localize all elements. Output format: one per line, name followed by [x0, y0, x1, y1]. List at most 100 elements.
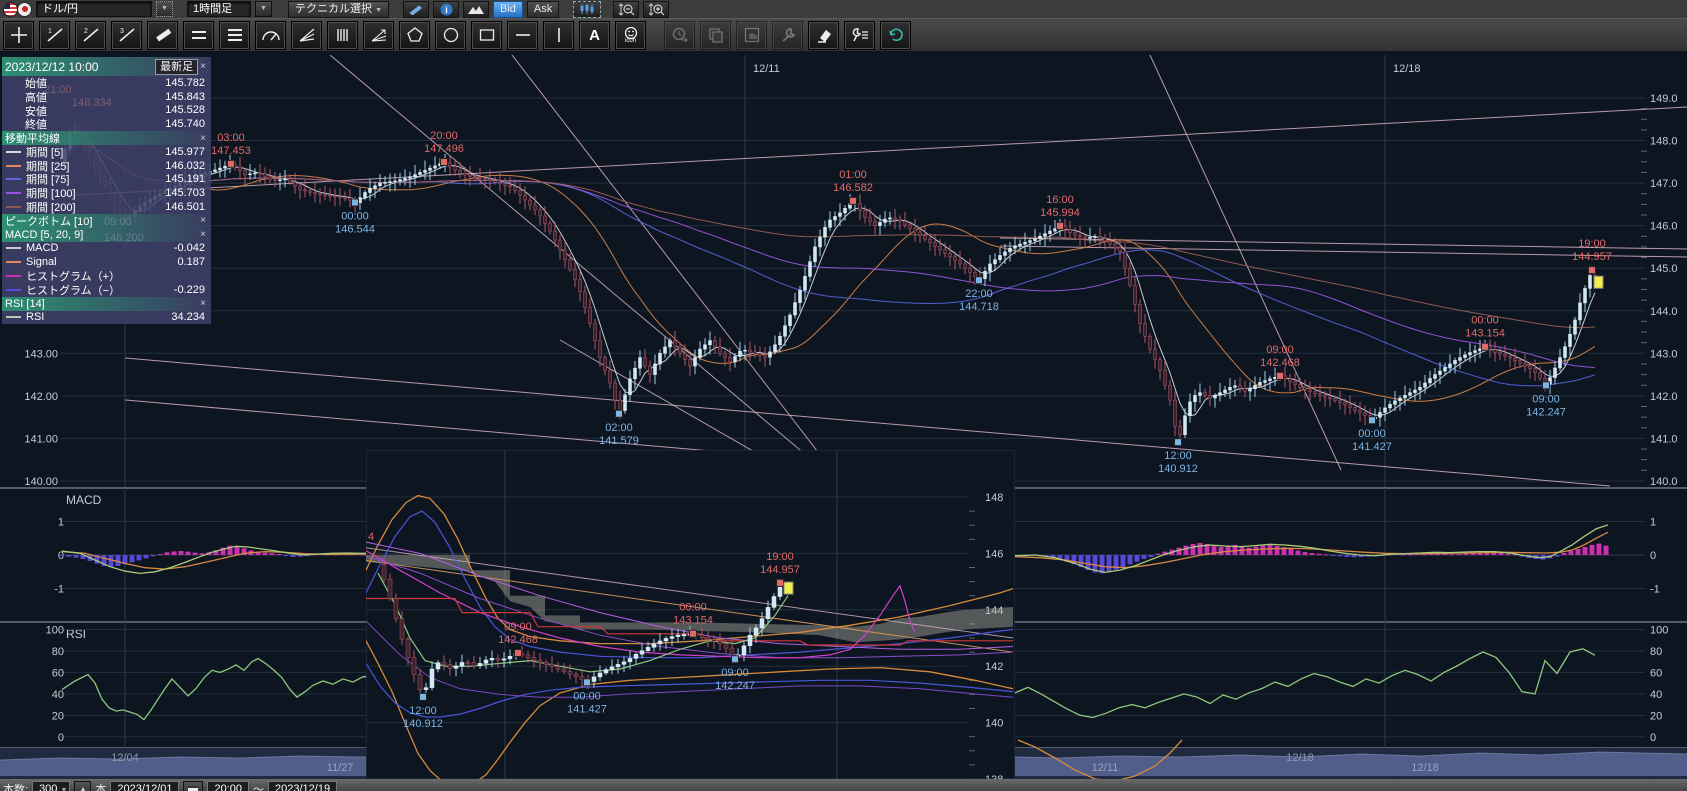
- close-peakbottom-icon[interactable]: ×: [198, 215, 208, 226]
- rsi-section-header: RSI [14]×: [2, 297, 211, 311]
- settings-list-tool-button[interactable]: [844, 21, 875, 50]
- svg-text:0: 0: [58, 732, 64, 744]
- svg-text:16:00145.994: 16:00145.994: [1040, 194, 1080, 219]
- selected-bar-datetime: 2023/12/12 10:00: [5, 60, 98, 74]
- macd-section-header: MACD [5, 20, 9]×: [2, 228, 211, 242]
- gauge-tool-button[interactable]: [255, 21, 286, 50]
- info-button[interactable]: i: [433, 1, 459, 18]
- trendline2-tool-button[interactable]: 2: [75, 21, 106, 50]
- mountain-chart-button[interactable]: [463, 1, 489, 18]
- stamp-icon-tool-button[interactable]: icon: [615, 21, 646, 50]
- ma100-value: 145.703: [165, 187, 208, 199]
- close-macd-icon[interactable]: ×: [198, 229, 208, 240]
- us-flag-icon: [3, 2, 18, 17]
- ellipse-tool-button[interactable]: [435, 21, 466, 50]
- svg-text:12:00140.912: 12:00140.912: [1158, 450, 1198, 475]
- svg-text:60: 60: [1650, 667, 1662, 679]
- svg-text:3: 3: [120, 28, 124, 35]
- rsi-value: 34.234: [171, 311, 208, 323]
- macd-label: MACD: [26, 242, 58, 254]
- ma25-value: 146.032: [165, 160, 208, 172]
- history-tool-button[interactable]: [664, 21, 695, 50]
- ma25-line-icon: [6, 165, 21, 167]
- horizontal-line-tool-button[interactable]: [507, 21, 538, 50]
- svg-text:i: i: [445, 5, 448, 15]
- svg-text:09:00142.247: 09:00142.247: [1526, 393, 1566, 418]
- undo-tool-button[interactable]: [880, 21, 911, 50]
- panel-header: 2023/12/12 10:00 最新足 ×: [2, 57, 211, 76]
- histogram-neg-label: ヒストグラム（−）: [26, 282, 120, 298]
- svg-text:140: 140: [985, 718, 1003, 730]
- svg-text:MACD: MACD: [66, 493, 102, 507]
- svg-text:40: 40: [52, 689, 64, 701]
- zoom-in-button[interactable]: [643, 1, 669, 18]
- histogram-neg-icon: [6, 289, 21, 291]
- svg-text:09:00142.468: 09:00142.468: [1260, 344, 1300, 369]
- zoom-out-button[interactable]: [613, 1, 639, 18]
- calendar-icon[interactable]: [183, 781, 203, 791]
- symbol-dropdown-button[interactable]: ▼: [156, 1, 173, 17]
- drag-tool-button[interactable]: [736, 21, 767, 50]
- low-value: 145.528: [165, 104, 208, 116]
- from-time-field[interactable]: 20:00: [207, 781, 249, 791]
- chart-area[interactable]: 149.0148.0147.0146.0145.0144.0143.0142.0…: [0, 50, 1687, 791]
- trendline1-tool-button[interactable]: 1: [39, 21, 70, 50]
- bid-button[interactable]: Bid: [493, 1, 523, 18]
- ruler-tool-button[interactable]: [147, 21, 178, 50]
- from-date-field[interactable]: 2023/12/01: [110, 781, 179, 791]
- close-rsi-icon[interactable]: ×: [198, 298, 208, 309]
- chart-type-button[interactable]: [573, 1, 601, 18]
- parallel-lines3-tool-button[interactable]: [219, 21, 250, 50]
- vertical-line-tool-button[interactable]: [543, 21, 574, 50]
- arrow-fan-tool-button[interactable]: [363, 21, 394, 50]
- vertical-lines-tool-button[interactable]: [327, 21, 358, 50]
- trendline3-tool-button[interactable]: 3: [111, 21, 142, 50]
- bar-count-field[interactable]: 300 ▼: [32, 781, 70, 791]
- pentagon-tool-button[interactable]: [399, 21, 430, 50]
- wrench-tool-button[interactable]: [772, 21, 803, 50]
- svg-text:-1: -1: [54, 584, 64, 596]
- svg-text:141.0: 141.0: [1650, 433, 1678, 445]
- svg-text:80: 80: [1650, 646, 1662, 658]
- copy-tool-button[interactable]: [700, 21, 731, 50]
- svg-text:146: 146: [985, 548, 1003, 560]
- timeframe-select[interactable]: 1時間足: [187, 1, 251, 17]
- svg-text:80: 80: [52, 646, 64, 658]
- parallel-lines2-tool-button[interactable]: [183, 21, 214, 50]
- svg-text:149.0: 149.0: [1650, 93, 1678, 105]
- ma5-line-icon: [6, 151, 21, 153]
- text-tool-button[interactable]: A: [579, 21, 610, 50]
- to-date-field[interactable]: 2023/12/19: [268, 781, 337, 791]
- svg-text:19:00144.957: 19:00144.957: [1572, 238, 1612, 263]
- svg-text:142: 142: [985, 661, 1003, 673]
- svg-text:1: 1: [58, 517, 64, 529]
- close-ma-icon[interactable]: ×: [198, 133, 208, 144]
- ask-button[interactable]: Ask: [527, 1, 559, 18]
- inset-chart-window[interactable]: 14814614414214013812:00140.91209:00142.4…: [366, 450, 1015, 791]
- svg-text:00:00143.154: 00:00143.154: [1465, 315, 1505, 340]
- latest-bar-button[interactable]: 最新足: [155, 59, 198, 75]
- svg-text:12/11: 12/11: [753, 63, 780, 75]
- bar-count-label: 本数:: [3, 781, 28, 791]
- eraser-tool-button[interactable]: [808, 21, 839, 50]
- svg-text:20:00147.496: 20:00147.496: [424, 130, 464, 155]
- drawing-toolbar: 1 2 3 A icon: [0, 18, 1687, 51]
- svg-text:1: 1: [48, 28, 52, 35]
- crosshair-tool-button[interactable]: [3, 21, 34, 50]
- fan-lines-tool-button[interactable]: [291, 21, 322, 50]
- ma200-value: 146.501: [165, 201, 208, 213]
- svg-text:20: 20: [52, 710, 64, 722]
- status-bar: 本数: 300 ▼ ▲ 本 2023/12/01 20:00 ～ 2023/12…: [0, 779, 1687, 791]
- symbol-select[interactable]: ドル/円: [36, 1, 152, 17]
- bar-count-up-button[interactable]: ▲: [74, 781, 91, 791]
- bar-unit-label: 本: [95, 781, 106, 791]
- svg-text:4: 4: [368, 531, 374, 543]
- candlesticks: [64, 122, 1597, 443]
- timeframe-dropdown-button[interactable]: ▼: [255, 1, 272, 17]
- technical-select-button[interactable]: テクニカル選択 ▼: [288, 1, 389, 18]
- draw-pencil-button[interactable]: [403, 1, 429, 18]
- signal-value: 0.187: [177, 256, 208, 268]
- rectangle-tool-button[interactable]: [471, 21, 502, 50]
- ma100-line-icon: [6, 192, 21, 194]
- close-panel-icon[interactable]: ×: [198, 61, 208, 72]
